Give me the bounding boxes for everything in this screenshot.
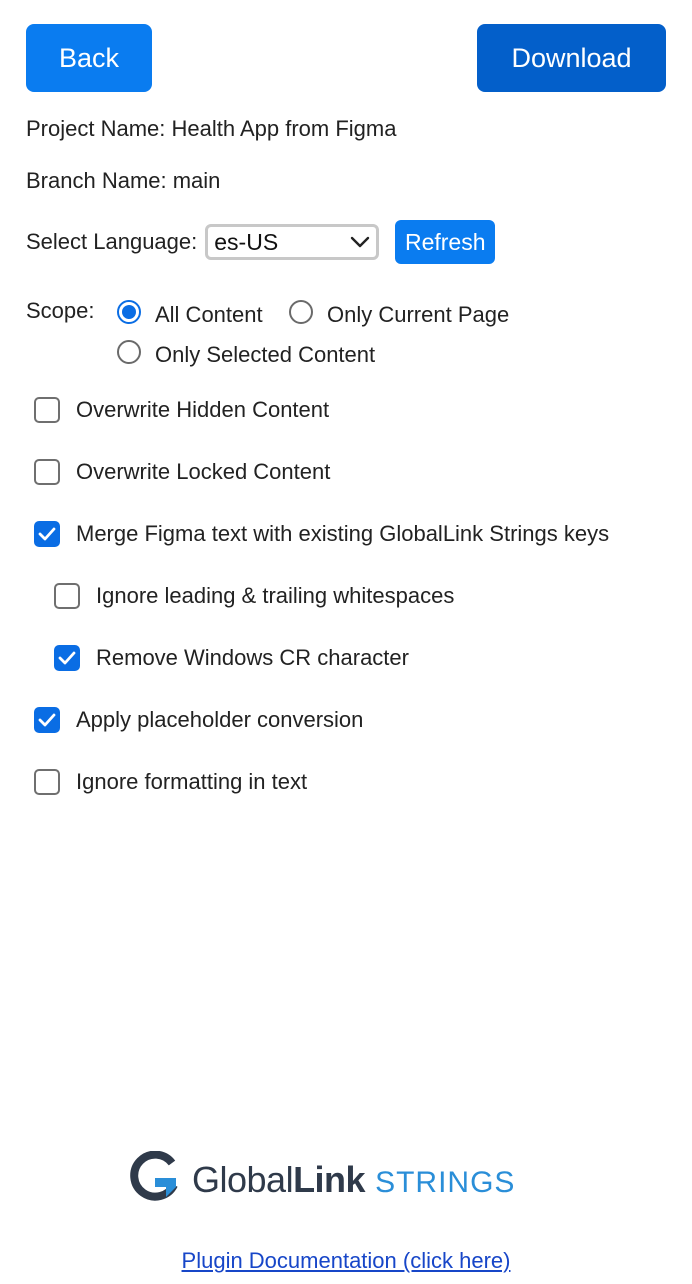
logo-wordmark: GlobalLink STRINGS (192, 1159, 516, 1200)
checkbox-icon[interactable] (34, 769, 60, 795)
scope-label: Scope: (26, 298, 95, 323)
checkbox-icon[interactable] (34, 397, 60, 423)
scope-option-label: Only Selected Content (155, 342, 376, 367)
language-row: Select Language: es-US Refresh (26, 220, 496, 264)
option-label: Apply placeholder conversion (76, 707, 364, 732)
checkbox-icon[interactable] (34, 459, 60, 485)
option-apply-placeholder[interactable]: Apply placeholder conversion (34, 707, 363, 733)
checkbox-checked-icon[interactable] (54, 645, 80, 671)
option-overwrite-locked[interactable]: Overwrite Locked Content (34, 459, 330, 485)
option-ignore-formatting[interactable]: Ignore formatting in text (34, 769, 307, 795)
option-ignore-whitespaces[interactable]: Ignore leading & trailing whitespaces (54, 583, 454, 609)
globallink-strings-logo: GlobalLink STRINGS (128, 1150, 568, 1210)
branch-name: Branch Name: main (26, 168, 221, 193)
language-select[interactable]: es-US (205, 224, 380, 260)
scope-option-label: All Content (155, 302, 263, 327)
scope-option-all-content[interactable]: All Content (117, 296, 263, 328)
option-merge-figma-text[interactable]: Merge Figma text with existing GlobalLin… (34, 521, 609, 547)
checkbox-checked-icon[interactable] (34, 707, 60, 733)
option-label: Overwrite Hidden Content (76, 397, 330, 422)
download-button[interactable]: Download (477, 24, 666, 92)
download-button-label: Download (511, 42, 632, 73)
option-label: Overwrite Locked Content (76, 459, 331, 484)
option-overwrite-hidden[interactable]: Overwrite Hidden Content (34, 397, 329, 423)
back-button-label: Back (58, 42, 120, 73)
option-remove-windows-cr[interactable]: Remove Windows CR character (54, 645, 409, 671)
radio-icon[interactable] (289, 300, 313, 324)
back-button[interactable]: Back (26, 24, 152, 92)
option-label: Remove Windows CR character (96, 645, 409, 670)
option-label: Merge Figma text with existing GlobalLin… (76, 521, 610, 546)
refresh-button-label: Refresh (404, 228, 486, 255)
scope-option-label: Only Current Page (327, 302, 510, 327)
project-name: Project Name: Health App from Figma (26, 116, 397, 141)
globallink-g-icon (128, 1150, 182, 1210)
option-label: Ignore formatting in text (76, 769, 308, 794)
scope-option-selected-content[interactable]: Only Selected Content (117, 336, 375, 368)
radio-selected-icon[interactable] (117, 300, 141, 324)
radio-icon[interactable] (117, 340, 141, 364)
language-select-value: es-US (214, 228, 279, 255)
option-label: Ignore leading & trailing whitespaces (96, 583, 455, 608)
scope-option-current-page[interactable]: Only Current Page (289, 296, 509, 328)
checkbox-checked-icon[interactable] (34, 521, 60, 547)
language-label: Select Language: (26, 229, 198, 254)
chevron-down-icon (350, 236, 370, 248)
checkbox-icon[interactable] (54, 583, 80, 609)
plugin-documentation-link[interactable]: Plugin Documentation (click here) (0, 1248, 692, 1274)
refresh-button[interactable]: Refresh (395, 220, 496, 264)
